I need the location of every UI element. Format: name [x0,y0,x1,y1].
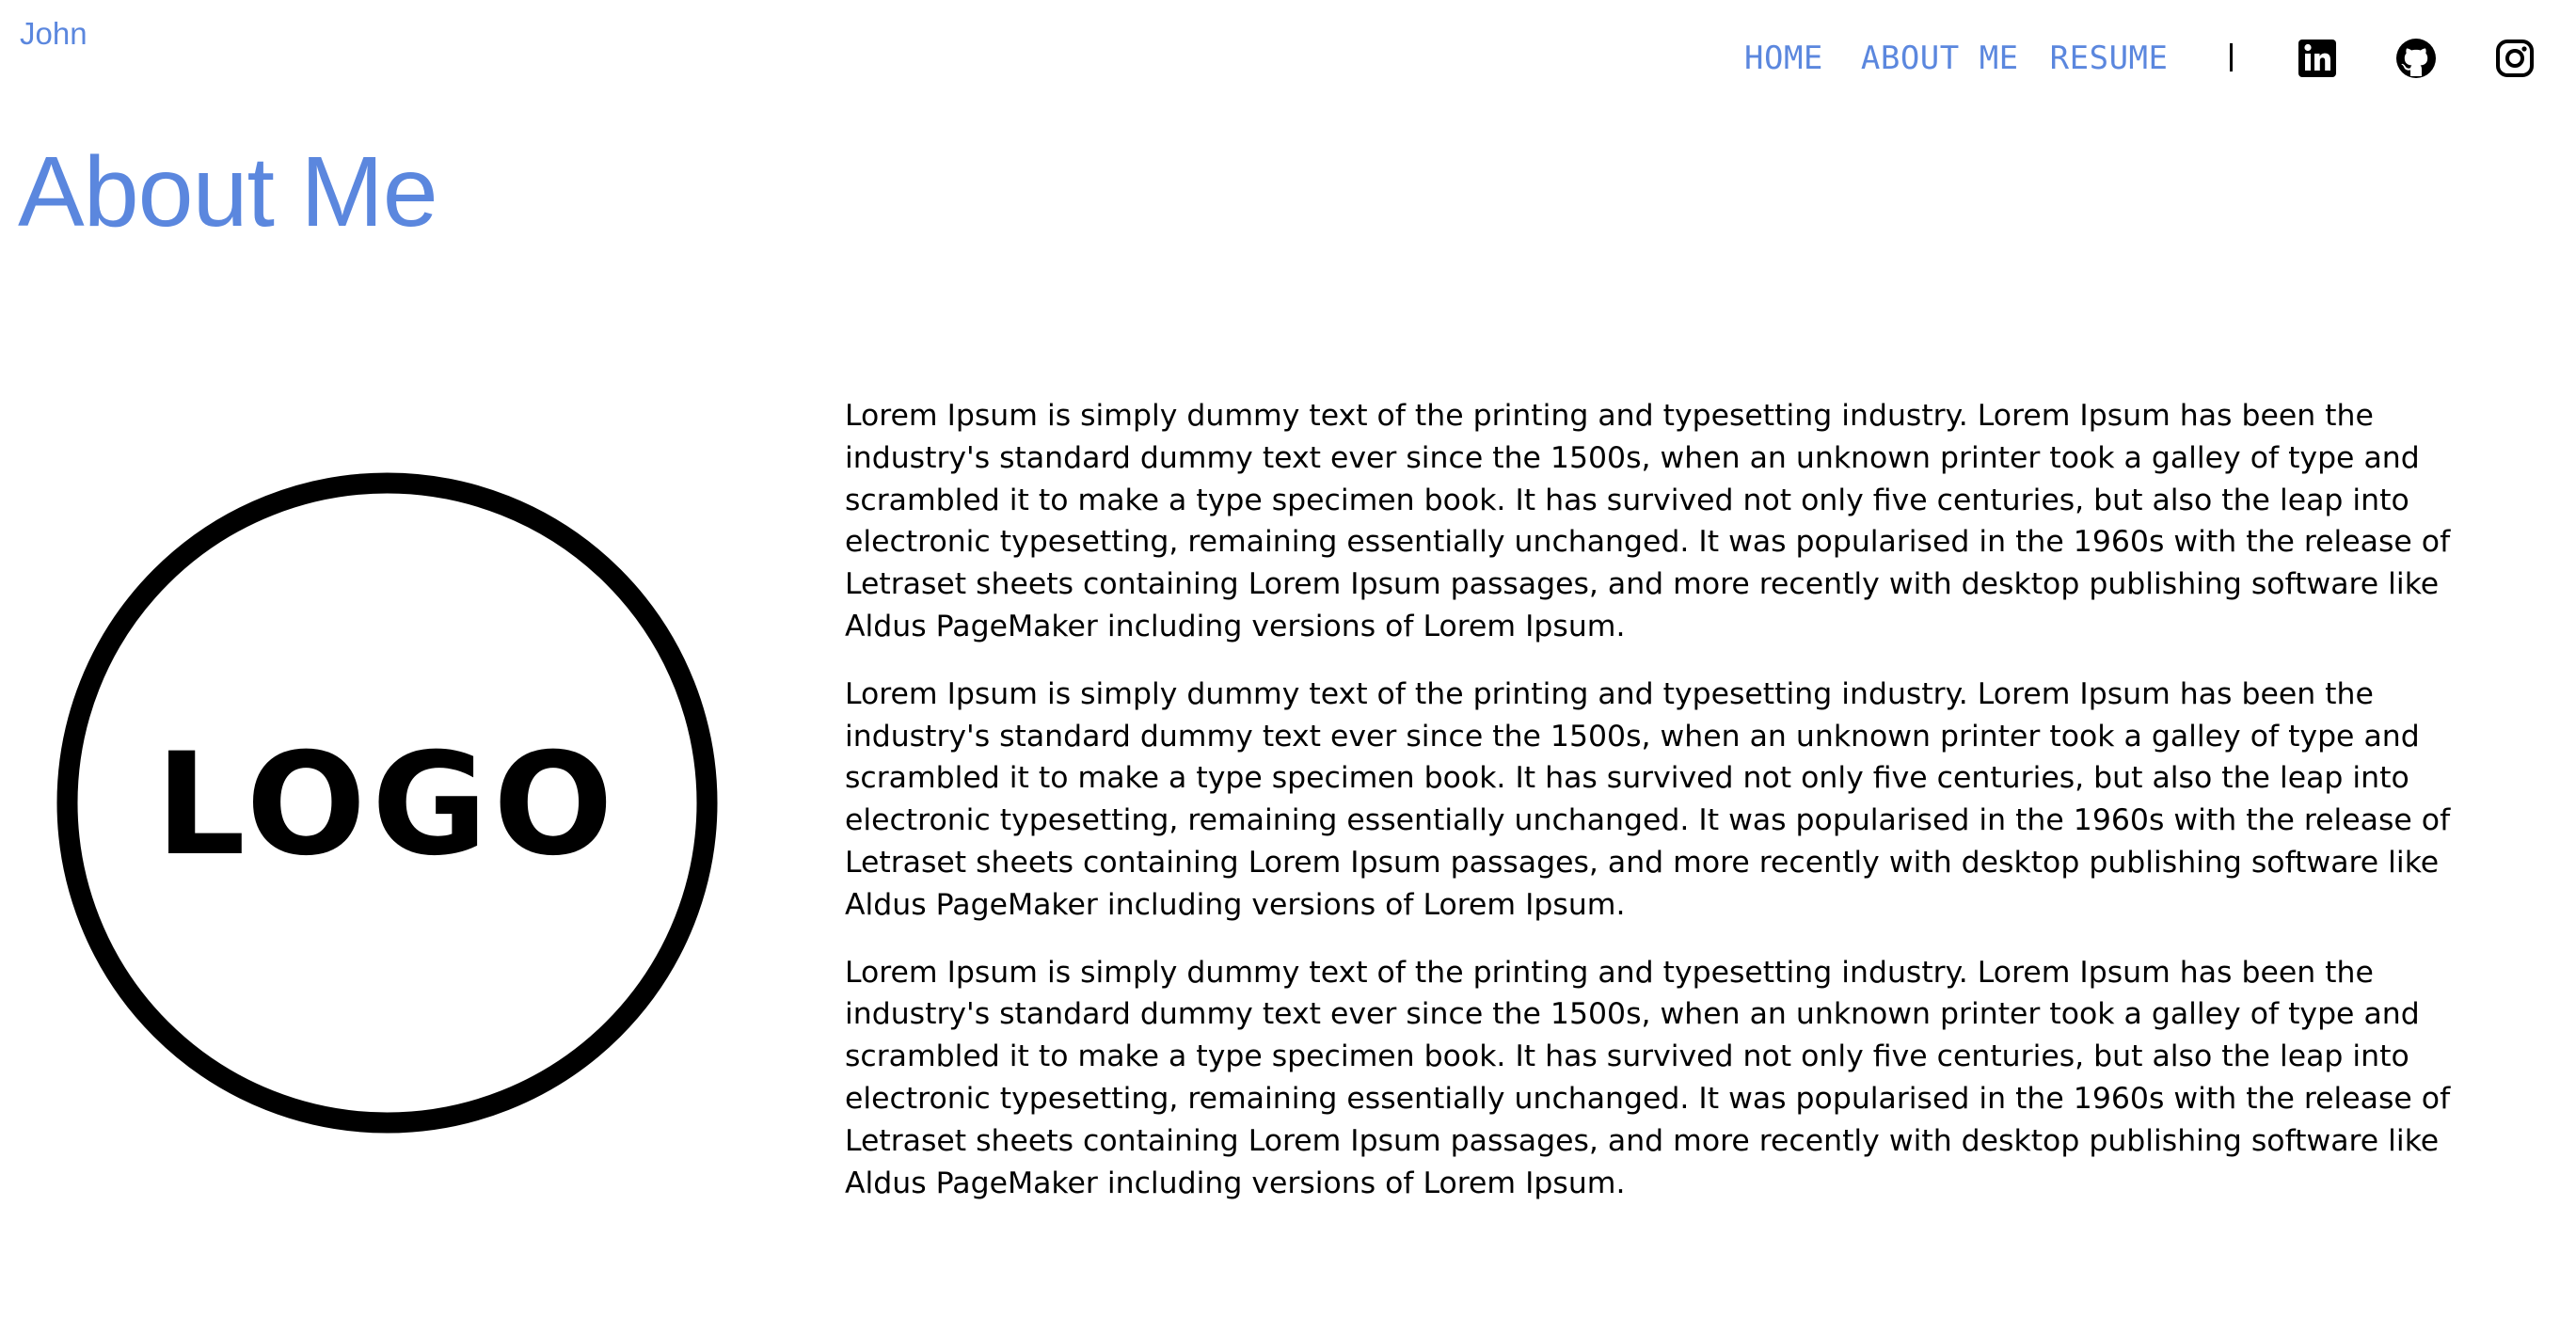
github-link[interactable] [2392,34,2441,83]
logo-text: LOGO [155,723,618,887]
main-nav: HOME ABOUT ME RESUME [1744,34,2168,83]
nav-resume-link[interactable]: RESUME [2050,40,2169,77]
instagram-icon [2496,40,2534,77]
page-title: About Me [18,136,438,247]
about-paragraph: Lorem Ipsum is simply dummy text of the … [845,955,2451,1200]
about-paragraph: Lorem Ipsum is simply dummy text of the … [845,676,2451,922]
about-content: Lorem Ipsum is simply dummy text of the … [845,395,2491,1230]
linkedin-link[interactable] [2293,34,2342,83]
about-paragraph: Lorem Ipsum is simply dummy text of the … [845,399,2451,643]
nav-separator [2230,43,2233,71]
brand-link[interactable]: John [20,15,87,53]
linkedin-icon [2298,40,2336,77]
nav-home-link[interactable]: HOME [1744,40,1823,77]
logo: LOGO [55,470,720,1135]
nav-about-me-link[interactable]: ABOUT ME [1861,40,2019,77]
github-icon [2396,39,2436,78]
instagram-link[interactable] [2490,34,2539,83]
